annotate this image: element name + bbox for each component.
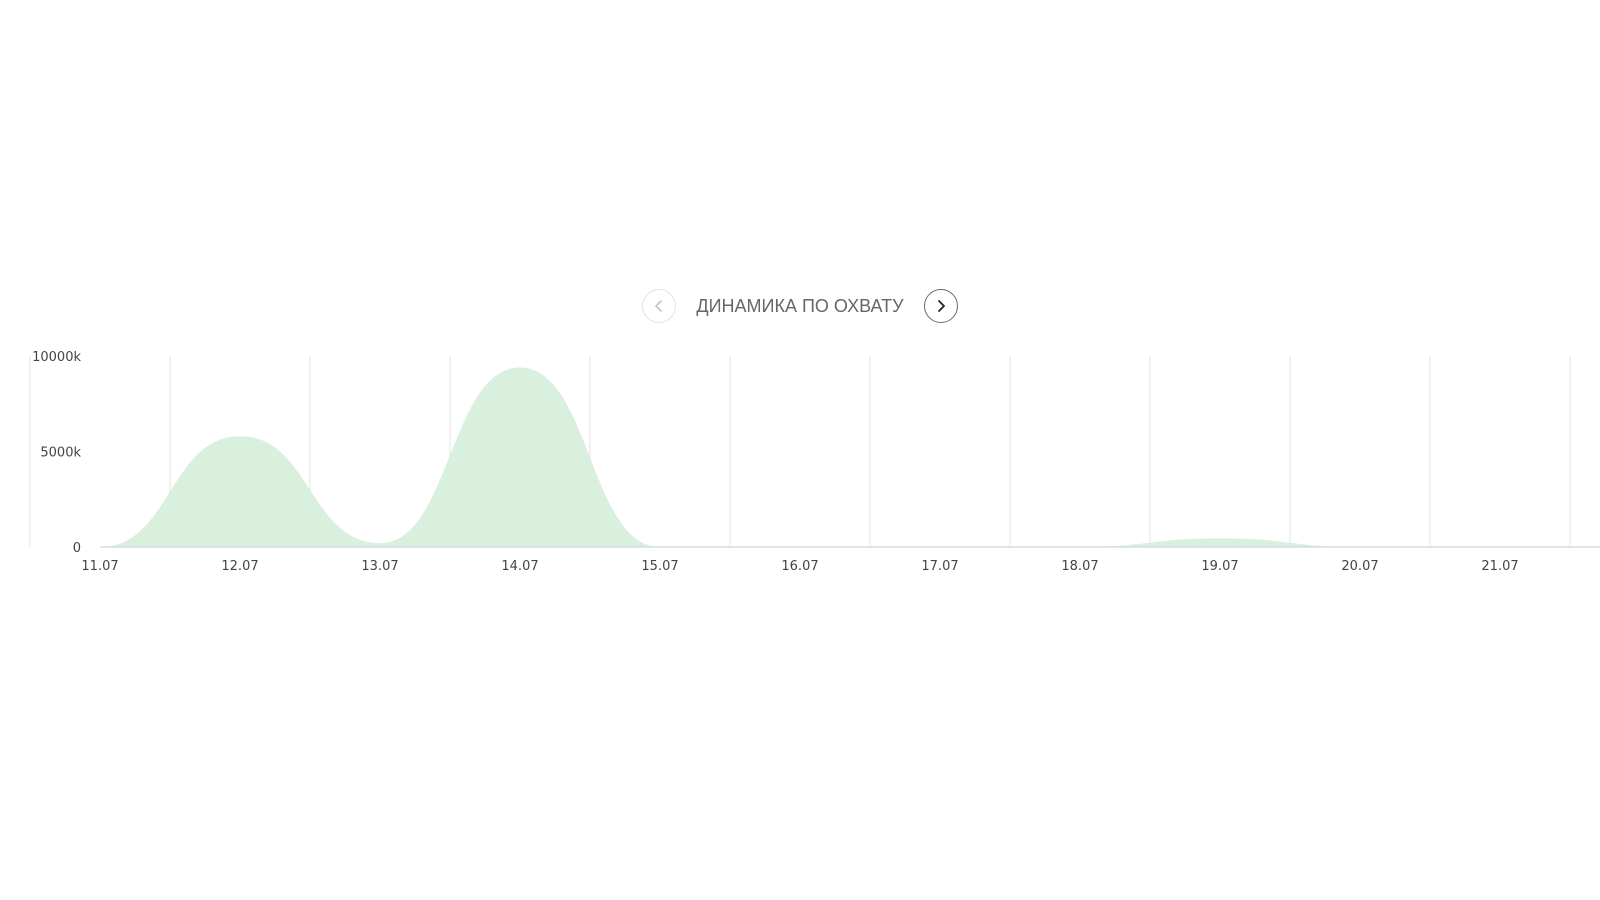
chevron-left-icon — [655, 300, 663, 312]
x-tick-labels: 11.07 12.07 13.07 14.07 15.07 16.07 17.07 18.07… — [81, 559, 1518, 574]
y-tick-label: 5000k — [40, 446, 81, 461]
area-chart: 11.07 12.07 13.07 14.07 15.07 16.07 17.07 18.07… — [29, 350, 1600, 574]
x-tick-label: 20.07 — [1341, 559, 1378, 574]
chart-header: ДИНАМИКА ПО ОХВАТУ — [0, 288, 1600, 324]
chart-title: ДИНАМИКА ПО ОХВАТУ — [696, 295, 904, 316]
x-tick-label: 13.07 — [361, 559, 398, 574]
y-tick-labels: 0 5000k 10000k — [32, 350, 81, 556]
y-tick-label: 0 — [73, 541, 81, 556]
x-tick-label: 17.07 — [921, 559, 958, 574]
x-tick-label: 19.07 — [1201, 559, 1238, 574]
next-button[interactable] — [923, 289, 958, 323]
previous-button[interactable] — [642, 289, 677, 323]
area-series — [100, 367, 1600, 547]
x-tick-label: 11.07 — [81, 559, 118, 574]
area-series-fill — [100, 367, 1600, 547]
x-tick-label: 12.07 — [221, 559, 258, 574]
x-tick-label: 14.07 — [501, 559, 538, 574]
page: 11.07 12.07 13.07 14.07 15.07 16.07 17.07 18.07… — [0, 0, 1600, 900]
x-tick-label: 15.07 — [641, 559, 678, 574]
y-tick-label: 10000k — [32, 350, 81, 365]
x-tick-label: 21.07 — [1481, 559, 1518, 574]
x-tick-label: 16.07 — [781, 559, 818, 574]
x-tick-label: 18.07 — [1061, 559, 1098, 574]
chevron-right-icon — [937, 300, 945, 312]
